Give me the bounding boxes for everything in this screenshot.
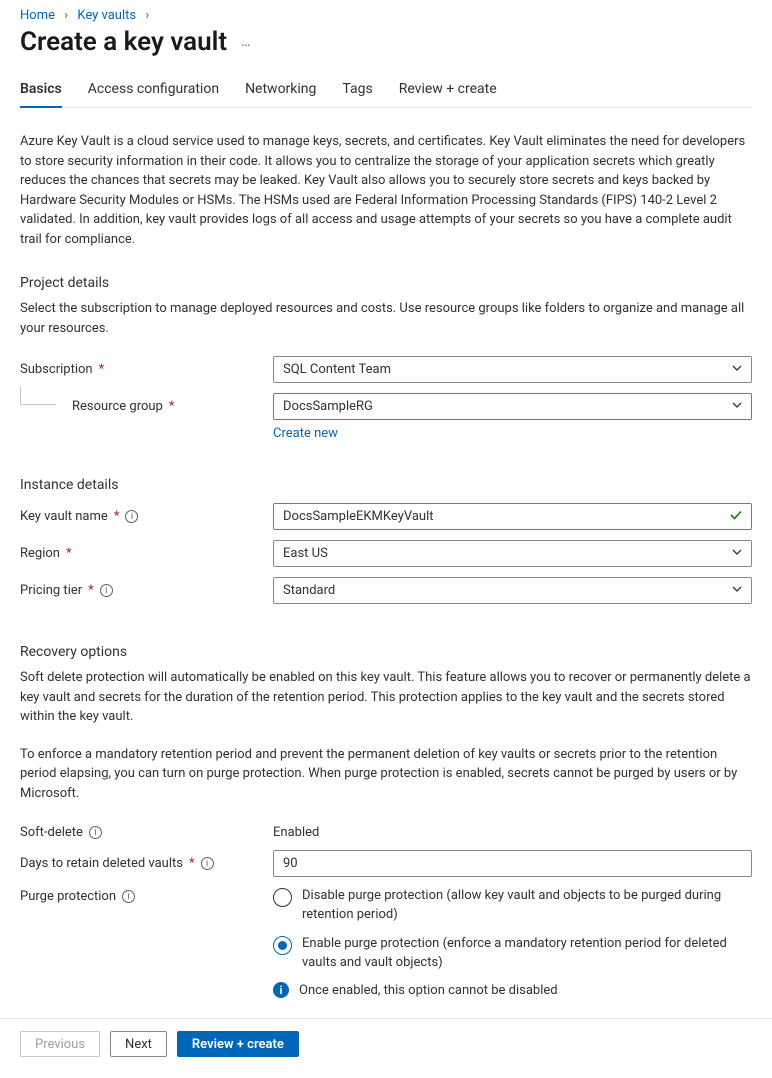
info-icon[interactable]: i: [89, 826, 102, 839]
keyvault-name-input[interactable]: DocsSampleEKMKeyVault: [273, 503, 752, 530]
create-new-rg-link[interactable]: Create new: [273, 426, 338, 441]
recovery-desc-2: To enforce a mandatory retention period …: [20, 745, 752, 804]
resource-group-label: Resource group*: [20, 399, 273, 414]
chevron-right-icon: ›: [145, 8, 149, 23]
keyvault-name-label: Key vault name* i: [20, 509, 273, 524]
pricing-tier-label: Pricing tier* i: [20, 583, 273, 598]
next-button[interactable]: Next: [110, 1031, 167, 1057]
purge-disable-radio[interactable]: [273, 888, 292, 907]
project-details-desc: Select the subscription to manage deploy…: [20, 299, 752, 338]
chevron-down-icon: [731, 399, 743, 415]
soft-delete-label: Soft-delete i: [20, 825, 273, 840]
region-select[interactable]: East US: [273, 540, 752, 567]
pricing-tier-select[interactable]: Standard: [273, 577, 752, 604]
project-details-heading: Project details: [20, 275, 752, 291]
tab-tags[interactable]: Tags: [342, 81, 372, 107]
retention-days-label: Days to retain deleted vaults* i: [20, 856, 273, 871]
purge-note: Once enabled, this option cannot be disa…: [299, 983, 558, 998]
chevron-right-icon: ›: [64, 8, 68, 23]
resource-group-select[interactable]: DocsSampleRG: [273, 393, 752, 420]
purge-enable-radio[interactable]: [273, 936, 292, 955]
previous-button[interactable]: Previous: [20, 1031, 100, 1057]
tab-networking[interactable]: Networking: [245, 81, 316, 107]
tab-access-configuration[interactable]: Access configuration: [88, 81, 219, 107]
retention-days-input[interactable]: [273, 850, 752, 877]
checkmark-icon: [729, 508, 743, 526]
chevron-down-icon: [731, 362, 743, 378]
page-title: Create a key vault: [20, 27, 227, 57]
info-icon[interactable]: i: [100, 584, 113, 597]
breadcrumb-home[interactable]: Home: [20, 8, 55, 23]
subscription-label: Subscription*: [20, 362, 273, 377]
tabs: Basics Access configuration Networking T…: [20, 81, 752, 108]
soft-delete-value: Enabled: [273, 825, 319, 840]
more-icon[interactable]: …: [241, 34, 250, 50]
purge-enable-label: Enable purge protection (enforce a manda…: [302, 935, 752, 973]
info-icon[interactable]: i: [201, 857, 214, 870]
breadcrumb: Home › Key vaults ›: [20, 0, 752, 23]
subscription-select[interactable]: SQL Content Team: [273, 356, 752, 383]
review-create-button[interactable]: Review + create: [177, 1031, 299, 1057]
recovery-options-heading: Recovery options: [20, 644, 752, 660]
region-label: Region*: [20, 546, 273, 561]
info-icon: i: [273, 982, 289, 998]
recovery-desc-1: Soft delete protection will automaticall…: [20, 668, 752, 727]
chevron-down-icon: [731, 546, 743, 562]
info-icon[interactable]: i: [125, 510, 138, 523]
footer-bar: Previous Next Review + create: [0, 1018, 772, 1069]
info-icon[interactable]: i: [122, 890, 135, 903]
tab-basics[interactable]: Basics: [20, 81, 62, 107]
chevron-down-icon: [731, 583, 743, 599]
tab-review-create[interactable]: Review + create: [399, 81, 497, 107]
breadcrumb-keyvaults[interactable]: Key vaults: [77, 8, 136, 23]
purge-protection-label: Purge protection i: [20, 887, 273, 904]
intro-text: Azure Key Vault is a cloud service used …: [20, 132, 752, 249]
instance-details-heading: Instance details: [20, 477, 752, 493]
purge-disable-label: Disable purge protection (allow key vaul…: [302, 887, 752, 925]
